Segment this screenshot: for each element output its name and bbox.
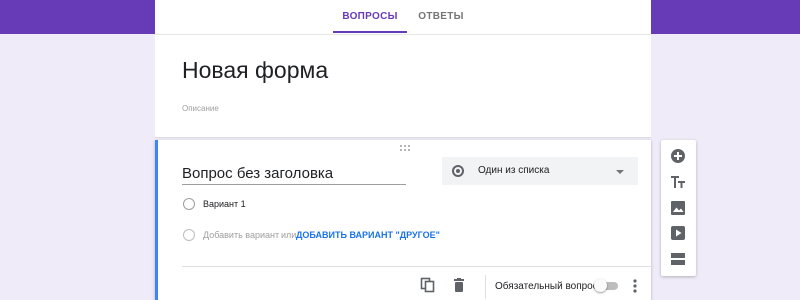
tab-answers[interactable]: ОТВЕТЫ <box>411 0 471 34</box>
toggle-thumb <box>594 279 607 292</box>
question-type-select[interactable]: Один из списка <box>442 157 638 185</box>
question-type-label: Один из списка <box>478 165 550 176</box>
title-icon <box>671 176 685 188</box>
add-circle-icon <box>671 149 685 163</box>
section-icon <box>671 253 685 265</box>
video-icon <box>671 226 685 240</box>
tab-questions[interactable]: ВОПРОСЫ <box>333 0 407 34</box>
option-1-input[interactable]: Вариант 1 <box>203 199 246 209</box>
side-toolbar <box>661 140 696 276</box>
required-toggle[interactable] <box>594 279 620 293</box>
footer-separator <box>485 275 486 299</box>
drag-handle-icon[interactable] <box>399 144 411 152</box>
add-title-button[interactable] <box>669 173 687 191</box>
question-card[interactable]: Вопрос без заголовка Один из списка Вари… <box>155 140 654 300</box>
delete-icon[interactable] <box>451 277 467 293</box>
footer-divider <box>182 266 654 267</box>
form-title-card: Новая форма Описание <box>155 34 651 138</box>
more-vert-icon[interactable] <box>631 278 639 294</box>
required-label: Обязательный вопрос <box>495 281 598 292</box>
add-option-radio-icon <box>183 229 195 241</box>
add-section-button[interactable] <box>669 250 687 268</box>
add-question-button[interactable] <box>669 147 687 165</box>
add-other-option-link[interactable]: ДОБАВИТЬ ВАРИАНТ "ДРУГОЕ" <box>296 230 440 240</box>
image-icon <box>671 201 685 215</box>
question-title-input[interactable]: Вопрос без заголовка <box>182 165 406 185</box>
add-video-button[interactable] <box>669 224 687 242</box>
form-title[interactable]: Новая форма <box>182 57 328 84</box>
add-option-input[interactable]: Добавить вариант <box>203 230 279 240</box>
add-image-button[interactable] <box>669 199 687 217</box>
dropdown-arrow-icon <box>616 170 624 174</box>
copy-icon[interactable] <box>420 277 436 293</box>
form-tabs: ВОПРОСЫ ОТВЕТЫ <box>155 0 651 34</box>
form-description-field[interactable]: Описание <box>182 104 219 113</box>
or-text: или <box>281 230 297 240</box>
option-radio-icon <box>183 198 195 210</box>
radio-button-icon <box>452 165 464 177</box>
